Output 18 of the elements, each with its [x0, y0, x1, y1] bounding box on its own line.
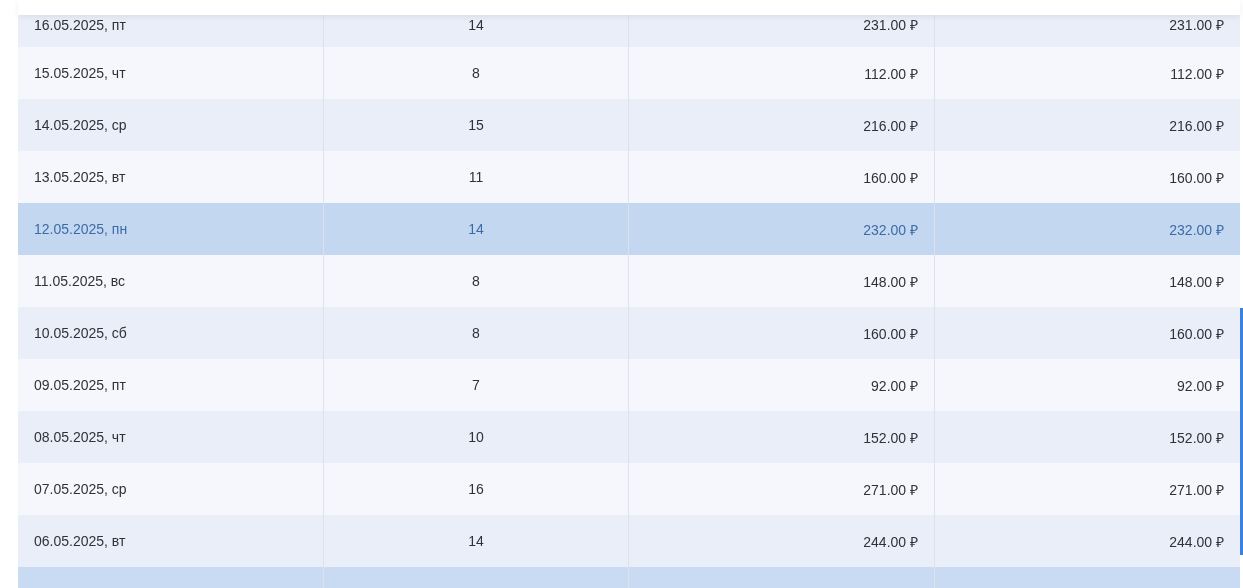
table-cell-text: 160.00 ₽: [1168, 168, 1225, 188]
table-cell-text: 216.00 ₽: [1168, 116, 1225, 136]
table-cell-text: 231.00 ₽: [1168, 16, 1225, 35]
scrollbar-thumb[interactable]: [1240, 308, 1243, 555]
table-cell-text: 148.00 ₽: [1168, 272, 1225, 292]
table-row[interactable]: 06.05.2025, вт 14 244.00 ₽ 244.00 ₽: [18, 515, 1240, 567]
table-row[interactable]: 12.05.2025, пн 14 232.00 ₽ 232.00 ₽: [18, 203, 1240, 255]
table-cell-text: 160.00 ₽: [1168, 324, 1225, 344]
table-row[interactable]: 14.05.2025, ср 15 216.00 ₽ 216.00 ₽: [18, 99, 1240, 151]
table-cell-text: 152.00 ₽: [1168, 428, 1225, 448]
table-cell-text: 232.00 ₽: [1168, 220, 1225, 240]
table-cell-text: 92.00 ₽: [1176, 376, 1225, 396]
table-cell-text: 271.00 ₽: [1168, 480, 1225, 500]
table-cell-text: 112.00 ₽: [1169, 64, 1225, 84]
table-row[interactable]: 08.05.2025, чт 10 152.00 ₽ 152.00 ₽: [18, 411, 1240, 463]
table-row[interactable]: 10.05.2025, сб 8 160.00 ₽ 160.00 ₽: [18, 307, 1240, 359]
table-cell-text: 244.00 ₽: [1168, 532, 1225, 552]
table-row[interactable]: 16.05.2025, пт 14 231.00 ₽ 231.00 ₽: [18, 15, 1240, 47]
